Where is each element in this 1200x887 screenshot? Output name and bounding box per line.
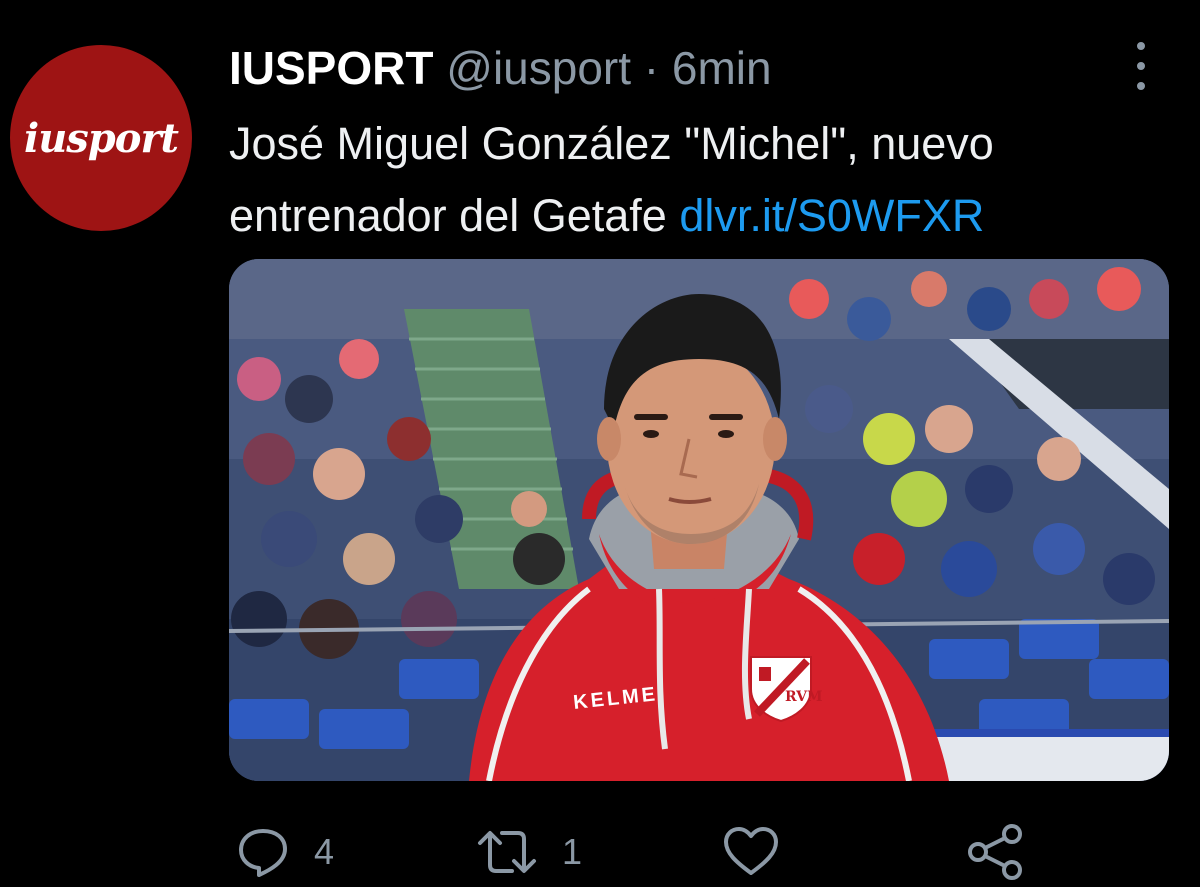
crest-text: RVM: [785, 689, 823, 705]
display-name[interactable]: IUSPORT: [229, 42, 433, 94]
handle[interactable]: @iusport: [446, 42, 631, 94]
tweet-link[interactable]: dlvr.it/S0WFXR: [679, 190, 984, 241]
separator-dot: ·: [643, 42, 660, 94]
retweet-button[interactable]: 1: [476, 820, 582, 884]
reply-icon: [239, 829, 287, 877]
like-button[interactable]: [722, 820, 804, 884]
avatar[interactable]: iusport: [10, 45, 192, 231]
retweet-icon: [478, 831, 536, 873]
timestamp[interactable]: 6min: [672, 42, 772, 94]
tweet-header: IUSPORT @iusport · 6min: [229, 40, 772, 96]
reply-count: 4: [314, 831, 335, 872]
tweet[interactable]: iusport IUSPORT @iusport · 6min José Mig…: [0, 0, 1200, 887]
share-button[interactable]: [966, 820, 1024, 884]
avatar-logo-text: iusport: [24, 114, 179, 162]
tweet-actions: 4 1: [0, 820, 1200, 884]
share-icon: [968, 824, 1022, 880]
tweet-media-image[interactable]: KELME RVM: [229, 259, 1169, 781]
more-options-icon[interactable]: [1128, 42, 1154, 90]
tweet-text: José Miguel González "Michel", nuevo ent…: [229, 108, 1169, 252]
retweet-count: 1: [562, 831, 583, 872]
reply-button[interactable]: 4: [236, 820, 334, 884]
heart-icon: [724, 827, 778, 875]
